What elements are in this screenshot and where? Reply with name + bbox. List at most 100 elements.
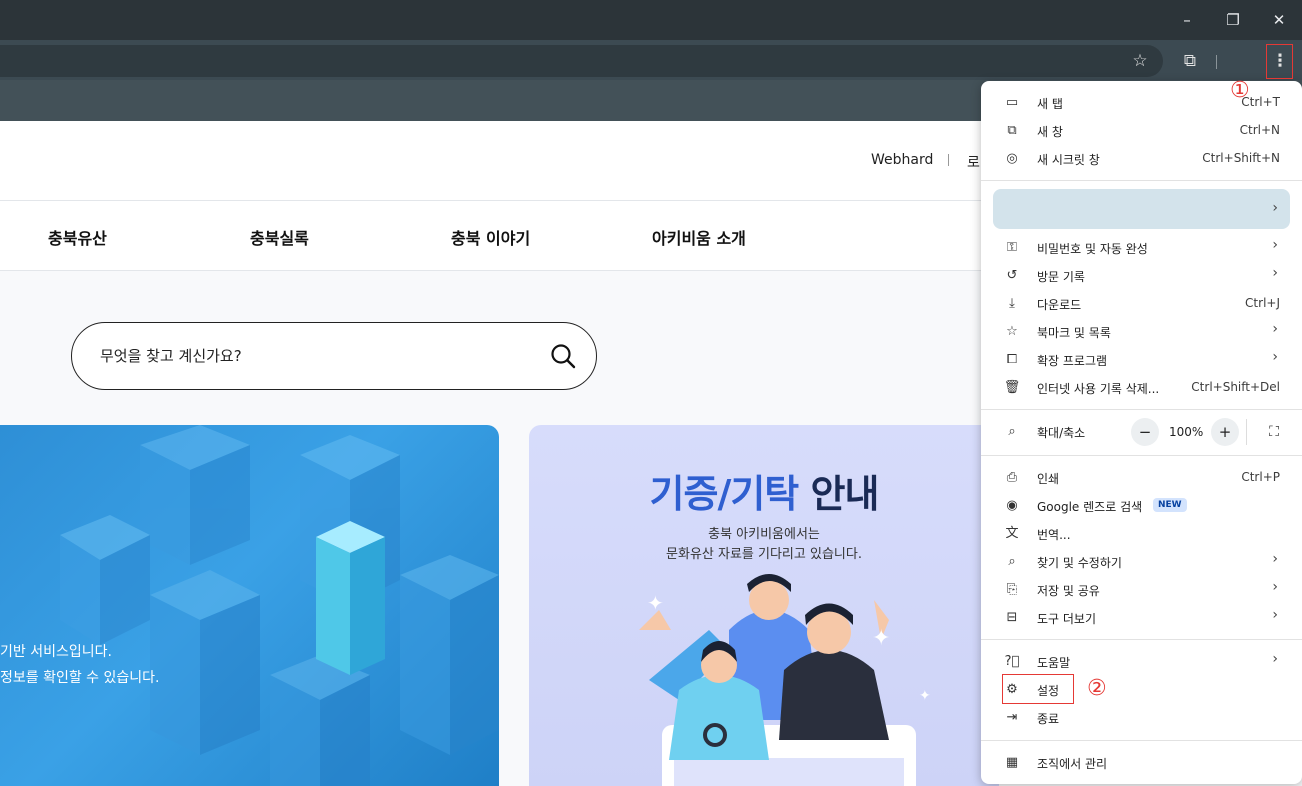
step1-highlight-box: [1266, 44, 1293, 79]
address-bar[interactable]: ☆: [0, 45, 1163, 77]
menu-item-print[interactable]: ⎙ 인쇄 Ctrl+P: [981, 464, 1302, 492]
extensions-label: 확장 프로그램: [1037, 354, 1108, 368]
menu-item-extensions[interactable]: ⧠ 확장 프로그램 ›: [981, 346, 1302, 374]
step2-highlight-box: [1002, 674, 1074, 704]
save-share-icon: ⎘: [1006, 582, 1018, 597]
new-tab-label: 새 탭: [1037, 97, 1063, 111]
close-window-button[interactable]: ✕: [1256, 6, 1302, 34]
new-tab-icon: ▭: [1005, 95, 1019, 110]
menu-item-clear-browsing-data[interactable]: 🗑 인터넷 사용 기록 삭제... Ctrl+Shift+Del: [981, 374, 1302, 402]
clear-data-shortcut: Ctrl+Shift+Del: [1191, 380, 1280, 394]
exit-icon: ⇥: [1006, 710, 1018, 725]
chevron-right-icon: ›: [1272, 237, 1278, 253]
translate-icon: 文: [1005, 526, 1019, 541]
webhard-link[interactable]: Webhard: [871, 152, 933, 168]
menu-item-profile[interactable]: ›: [993, 189, 1290, 229]
passwords-label: 비밀번호 및 자동 완성: [1037, 242, 1148, 256]
nav-item-about[interactable]: 아키비움 소개: [652, 225, 746, 249]
menu-divider: [981, 455, 1302, 456]
minimize-button[interactable]: –: [1164, 6, 1210, 34]
svg-text:✦: ✦: [647, 591, 664, 615]
download-icon: ⤓: [1009, 296, 1015, 311]
chevron-right-icon: ›: [1272, 579, 1278, 595]
menu-item-help[interactable]: ?⃝ 도움말 ›: [981, 648, 1302, 676]
browser-toolbar: ☆ ⧉ ⋮: [0, 40, 1302, 80]
chevron-right-icon: ›: [1272, 551, 1278, 567]
menu-item-incognito[interactable]: ◎ 새 시크릿 창 Ctrl+Shift+N: [981, 145, 1302, 173]
chevron-right-icon: ›: [1272, 651, 1278, 667]
toolbar-divider: [1216, 55, 1217, 69]
menu-item-save-share[interactable]: ⎘ 저장 및 공유 ›: [981, 576, 1302, 604]
star-icon: ☆: [1006, 324, 1018, 339]
browser-title-bar: – ❐ ✕: [0, 0, 1302, 40]
menu-item-new-window[interactable]: ⧉ 새 창 Ctrl+N: [981, 117, 1302, 145]
translate-label: 번역...: [1037, 528, 1071, 542]
save-share-label: 저장 및 공유: [1037, 584, 1100, 598]
chevron-right-icon: ›: [1272, 349, 1278, 365]
toolbox-icon: ⊟: [1006, 610, 1018, 625]
incognito-label: 새 시크릿 창: [1037, 153, 1100, 167]
exit-label: 종료: [1037, 712, 1060, 726]
donation-title-part1: 기증/기탁: [649, 472, 800, 516]
menu-item-downloads[interactable]: ⤓ 다운로드 Ctrl+J: [981, 290, 1302, 318]
help-label: 도움말: [1037, 656, 1071, 670]
site-search-box: [71, 322, 597, 390]
banner-left-line1: 기반 서비스입니다.: [0, 644, 112, 660]
menu-item-managed[interactable]: ▦ 조직에서 관리: [981, 749, 1302, 777]
zoom-out-button[interactable]: −: [1131, 418, 1159, 446]
bookmark-star-icon[interactable]: ☆: [1130, 51, 1150, 71]
menu-item-new-tab[interactable]: ▭ 새 탭 Ctrl+T: [981, 89, 1302, 117]
donation-sub-line2: 문화유산 자료를 기다리고 있습니다.: [666, 547, 862, 562]
downloads-shortcut: Ctrl+J: [1245, 296, 1280, 310]
incognito-shortcut: Ctrl+Shift+N: [1202, 151, 1280, 165]
zoom-level: 100%: [1169, 425, 1204, 439]
login-link[interactable]: 로: [967, 152, 980, 172]
nav-item-records[interactable]: 충북실록: [250, 225, 309, 249]
key-icon: ⚿: [1007, 240, 1017, 255]
history-label: 방문 기록: [1037, 270, 1085, 284]
find-edit-label: 찾기 및 수정하기: [1037, 556, 1122, 570]
menu-item-bookmarks[interactable]: ☆ 북마크 및 목록 ›: [981, 318, 1302, 346]
new-window-label: 새 창: [1037, 125, 1063, 139]
printer-icon: ⎙: [1006, 470, 1018, 485]
step1-marker: ①: [1230, 78, 1250, 103]
menu-item-exit[interactable]: ⇥ 종료: [981, 704, 1302, 732]
trash-icon: 🗑: [1003, 380, 1021, 395]
donation-sub-line1: 충북 아키비움에서는: [708, 527, 820, 542]
step2-marker: ②: [1087, 676, 1107, 701]
search-input[interactable]: [100, 344, 520, 368]
zoom-divider: [1246, 419, 1247, 445]
find-icon: ⌕: [1008, 554, 1016, 569]
menu-item-google-lens[interactable]: ◉ Google 렌즈로 검색 NEW: [981, 492, 1302, 520]
chevron-right-icon: ›: [1272, 321, 1278, 337]
svg-text:✦: ✦: [872, 626, 890, 651]
menu-divider: [981, 409, 1302, 410]
menu-item-translate[interactable]: 文 번역...: [981, 520, 1302, 548]
extensions-icon[interactable]: ⧉: [1180, 51, 1200, 71]
nav-item-stories[interactable]: 충북 이야기: [451, 225, 530, 249]
search-icon[interactable]: [550, 343, 576, 369]
header-separator: [948, 154, 949, 166]
print-shortcut: Ctrl+P: [1241, 470, 1280, 484]
menu-item-history[interactable]: ↺ 방문 기록 ›: [981, 262, 1302, 290]
menu-item-find-edit[interactable]: ⌕ 찾기 및 수정하기 ›: [981, 548, 1302, 576]
donation-banner[interactable]: 기증/기탁 안내 충북 아키비움에서는 문화유산 자료를 기다리고 있습니다. …: [529, 425, 999, 786]
menu-item-passwords[interactable]: ⚿ 비밀번호 및 자동 완성 ›: [981, 234, 1302, 262]
new-window-icon: ⧉: [1007, 123, 1017, 138]
nav-item-heritage[interactable]: 충북유산: [48, 225, 107, 249]
incognito-icon: ◎: [1006, 151, 1018, 166]
service-banner[interactable]: 기반 서비스입니다. 정보를 확인할 수 있습니다.: [0, 425, 499, 786]
bookmarks-label: 북마크 및 목록: [1037, 326, 1111, 340]
menu-item-more-tools[interactable]: ⊟ 도구 더보기 ›: [981, 604, 1302, 632]
menu-divider: [981, 639, 1302, 640]
svg-text:✦: ✦: [919, 688, 931, 704]
zoom-icon: ⌕: [1008, 424, 1016, 439]
chevron-right-icon: ›: [1272, 265, 1278, 281]
fullscreen-icon[interactable]: ⛶: [1260, 418, 1288, 446]
restore-button[interactable]: ❐: [1210, 6, 1256, 34]
chevron-right-icon: ›: [1272, 607, 1278, 623]
lens-icon: ◉: [1006, 498, 1018, 513]
donation-banner-title: 기증/기탁 안내: [529, 463, 999, 518]
zoom-in-button[interactable]: +: [1211, 418, 1239, 446]
print-label: 인쇄: [1037, 472, 1060, 486]
